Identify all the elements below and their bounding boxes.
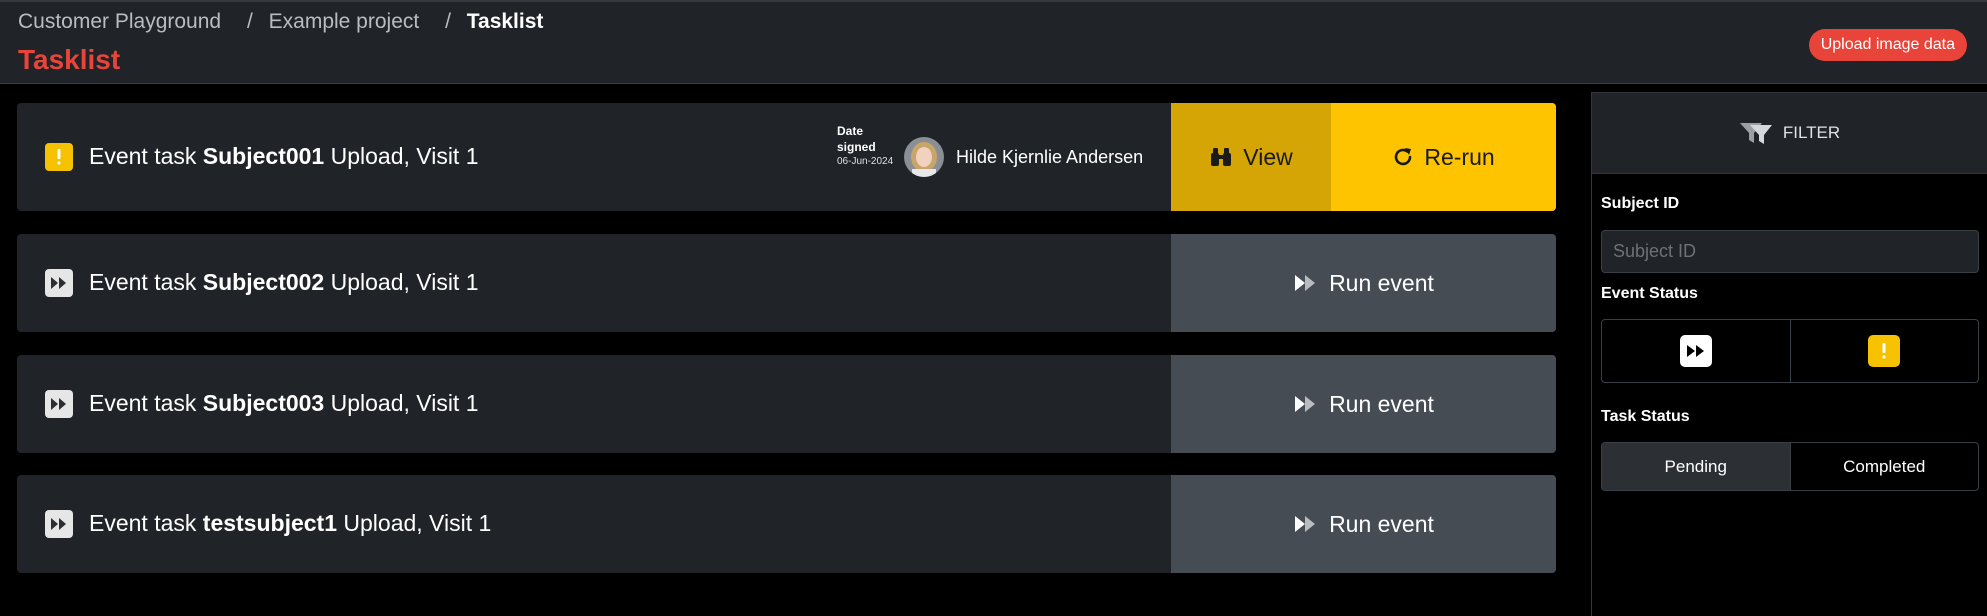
fast-forward-icon — [1293, 273, 1319, 293]
avatar — [904, 137, 944, 177]
task-label: Event task Subject001 Upload, Visit 1 — [89, 143, 479, 169]
refresh-icon — [1392, 146, 1414, 168]
breadcrumb-separator: / — [246, 10, 253, 33]
signer-name: Hilde Kjernlie Andersen — [956, 147, 1144, 167]
run-event-button[interactable]: Run event — [1171, 234, 1556, 332]
event-status-option-warning[interactable] — [1789, 320, 1979, 382]
event-status-toggle — [1601, 319, 1979, 383]
run-event-label: Run event — [1329, 269, 1434, 296]
task-subject: Subject001 — [202, 143, 325, 169]
exclamation-icon — [45, 143, 73, 171]
task-row: Event task Subject001 Upload, Visit 1 Da… — [17, 103, 1556, 211]
filter-icon — [1739, 121, 1773, 145]
fast-forward-icon — [1293, 394, 1319, 414]
rerun-button[interactable]: Re-run — [1331, 103, 1556, 211]
task-subject: testsubject1 — [202, 510, 337, 536]
task-subject: Subject002 — [202, 269, 325, 295]
run-event-label: Run event — [1329, 390, 1434, 417]
task-label: Event task testsubject1 Upload, Visit 1 — [89, 510, 492, 536]
breadcrumb-separator: / — [445, 10, 451, 33]
fast-forward-icon — [1293, 514, 1319, 534]
exclamation-icon — [1868, 335, 1901, 367]
filter-toggle[interactable]: FILTER — [1592, 93, 1987, 174]
page-title: Tasklist — [18, 44, 121, 75]
date-signed: Date signed 06-Jun-2024 — [837, 123, 897, 168]
date-signed-label: Date signed — [837, 124, 876, 154]
event-status-label: Event Status — [1601, 285, 1698, 302]
event-status-option-pending[interactable] — [1602, 320, 1790, 382]
breadcrumb-customer-playground[interactable]: Customer Playground — [18, 10, 221, 33]
app-header: Customer Playground / Example project / … — [0, 0, 1987, 84]
run-event-label: Run event — [1329, 510, 1434, 537]
date-signed-value: 06-Jun-2024 — [837, 156, 894, 167]
task-status-label: Task Status — [1601, 408, 1690, 425]
run-event-button[interactable]: Run event — [1171, 355, 1556, 453]
run-event-button[interactable]: Run event — [1171, 475, 1556, 573]
fast-forward-icon — [45, 510, 73, 538]
fast-forward-icon — [1679, 335, 1712, 367]
task-row: Event task Subject002 Upload, Visit 1 Ru… — [17, 234, 1556, 332]
task-subject: Subject003 — [202, 390, 325, 416]
subject-id-input[interactable] — [1601, 230, 1979, 273]
task-status-pending[interactable]: Pending — [1602, 443, 1790, 490]
breadcrumb-example-project[interactable]: Example project — [269, 10, 420, 33]
task-status-completed[interactable]: Completed — [1789, 443, 1979, 490]
task-label: Event task Subject003 Upload, Visit 1 — [89, 390, 479, 416]
view-button-label: View — [1243, 143, 1293, 170]
subject-id-label: Subject ID — [1601, 195, 1680, 212]
task-label: Event task Subject002 Upload, Visit 1 — [89, 269, 479, 295]
fast-forward-icon — [45, 269, 73, 297]
breadcrumb: Customer Playground / Example project / … — [18, 10, 543, 34]
task-row: Event task Subject003 Upload, Visit 1 Ru… — [17, 355, 1556, 453]
breadcrumb-tasklist: Tasklist — [466, 10, 544, 33]
fast-forward-icon — [45, 390, 73, 418]
filter-title: FILTER — [1782, 123, 1841, 142]
filter-panel: FILTER Subject ID Event Status Task Stat… — [1591, 92, 1987, 616]
upload-image-data-button[interactable]: Upload image data — [1808, 29, 1967, 61]
task-row: Event task testsubject1 Upload, Visit 1 … — [17, 475, 1556, 573]
rerun-button-label: Re-run — [1424, 143, 1495, 170]
binoculars-icon — [1209, 147, 1233, 167]
view-button[interactable]: View — [1171, 103, 1331, 211]
task-status-toggle: Pending Completed — [1601, 442, 1979, 491]
